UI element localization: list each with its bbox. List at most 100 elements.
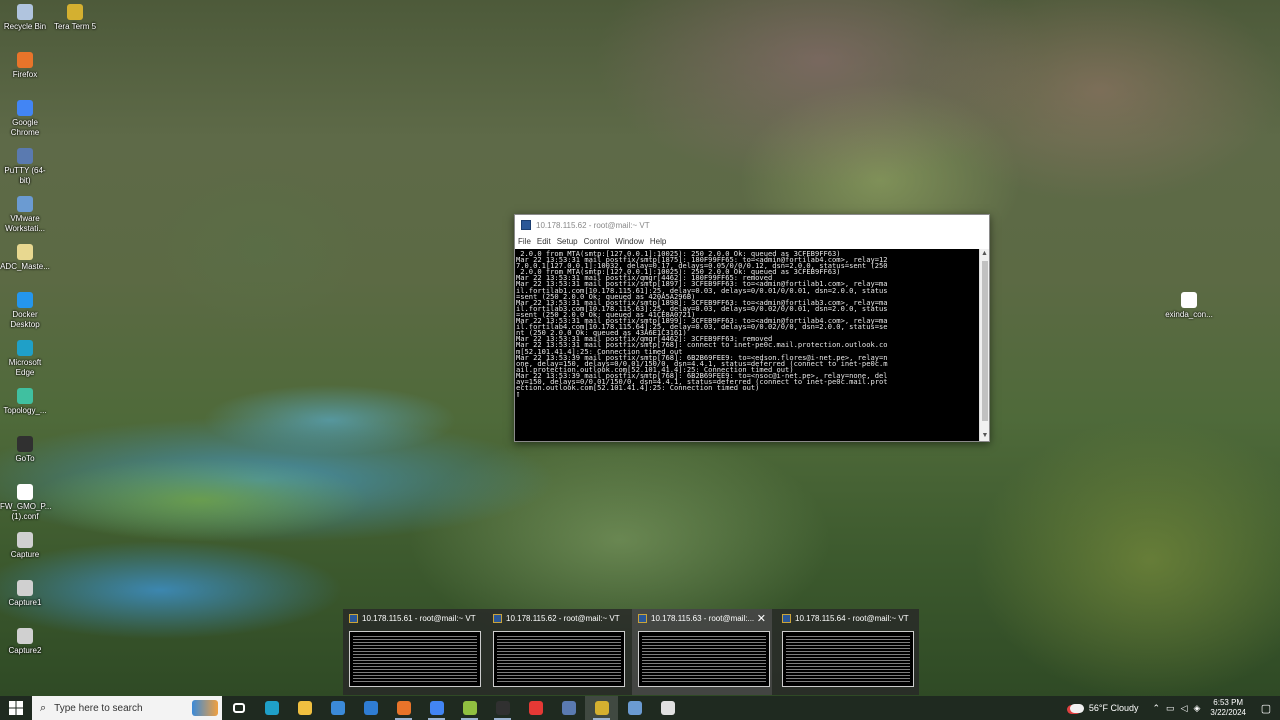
language-icon[interactable]: ◈ [1193,703,1200,714]
tray-icons: ⌃ ▭ ◁ ◈ [1153,703,1201,714]
desktop-icon[interactable]: Firefox [0,52,50,80]
edge-icon [17,340,33,356]
desktop-icon-label: Capture [10,550,40,559]
teraterm-icon [349,614,358,623]
clock[interactable]: 6:53 PM 3/22/2024 [1210,698,1246,718]
taskbar-app-button[interactable] [453,696,486,720]
desktop-icon-label: exinda_con... [1165,310,1213,319]
edge-icon [264,701,279,715]
desktop-icon[interactable]: Tera Term 5 [50,4,100,32]
desktop-icon[interactable]: GoTo [0,436,50,464]
desktop-icon[interactable]: VMware Workstati... [0,196,50,234]
file-icon [1181,292,1197,308]
taskbar-app-button[interactable] [321,696,354,720]
desktop-icon[interactable]: exinda_con... [1164,292,1214,320]
volume-icon[interactable]: ◁ [1181,703,1188,714]
network-icon[interactable]: ▭ [1166,703,1175,714]
windows-logo-icon [9,701,23,715]
vmware-icon [17,196,33,212]
desktop-icon[interactable]: Google Chrome [0,100,50,138]
search-icon: ⌕ [40,701,47,714]
desktop-icon[interactable]: FW_GMO_P... (1).conf [0,484,52,522]
taskbar-app-button[interactable] [387,696,420,720]
desktop-icon-label: Recycle Bin [3,22,47,31]
taskbar-app-button[interactable] [552,696,585,720]
taskbar-app-button[interactable] [585,696,618,720]
menu-edit[interactable]: Edit [537,237,551,246]
close-icon[interactable]: ✕ [757,612,766,625]
start-button[interactable] [0,696,32,720]
taskbar-app-button[interactable] [420,696,453,720]
mail-icon [363,701,378,715]
terminal-output[interactable]: 2.0.0 from MTA(smtp:[127.0.0.1]:10025): … [515,249,981,441]
desktop-icon-label: Capture1 [8,598,42,607]
scroll-down-arrow-icon[interactable]: ▼ [980,431,990,441]
taskbar-app-button[interactable] [486,696,519,720]
task-view-icon [232,703,245,713]
search-highlight-icon [192,700,218,716]
taskbar-thumbnail-preview: 10.178.115.61 - root@mail:~ VT 10.178.11… [343,609,919,695]
desktop-icon[interactable]: Microsoft Edge [0,340,50,378]
notepadpp-icon [462,701,477,715]
window-thumbnail-61[interactable]: 10.178.115.61 - root@mail:~ VT [343,609,483,695]
firefox-icon [17,52,33,68]
vertical-scrollbar[interactable]: ▲ ▼ [979,249,989,441]
desktop-icon[interactable]: Recycle Bin [0,4,50,32]
chrome-icon [17,100,33,116]
pinned-apps [222,696,684,720]
chevron-up-icon[interactable]: ⌃ [1153,703,1161,714]
thumbnail-preview-image [349,631,481,687]
scrollbar-thumb[interactable] [982,261,988,421]
weather-widget[interactable]: 56°F Cloudy [1069,703,1139,713]
clock-time: 6:53 PM [1213,698,1244,707]
scroll-up-arrow-icon[interactable]: ▲ [980,249,989,259]
desktop-icon[interactable]: Docker Desktop [0,292,50,330]
window-thumbnail-62[interactable]: 10.178.115.62 - root@mail:~ VT [487,609,627,695]
menu-window[interactable]: Window [615,237,643,246]
teraterm-window[interactable]: 10.178.115.62 - root@mail:~ VT File Edit… [514,214,990,442]
desktop-icon[interactable]: Topology_... [0,388,50,416]
menu-setup[interactable]: Setup [557,237,578,246]
terminal-icon [495,701,510,715]
desktop-icon[interactable]: PuTTY (64-bit) [0,148,50,186]
taskbar-app-button[interactable] [354,696,387,720]
menu-file[interactable]: File [518,237,531,246]
desktop-icon-label: Capture2 [8,646,42,655]
thumbnail-preview-image [493,631,625,687]
menu-control[interactable]: Control [584,237,610,246]
recycle-bin-icon [17,4,33,20]
window-title: 10.178.115.62 - root@mail:~ VT [536,220,650,230]
desktop-icon[interactable]: Capture [0,532,50,560]
system-tray: 56°F Cloudy ⌃ ▭ ◁ ◈ 6:53 PM 3/22/2024 ▢ [1069,696,1280,720]
clock-date: 3/22/2024 [1210,708,1246,717]
search-box[interactable]: ⌕ Type here to search [32,696,222,720]
taskbar-app-button[interactable] [618,696,651,720]
anydesk-icon [528,701,543,715]
desktop-icon-label: Tera Term 5 [53,22,97,31]
window-titlebar[interactable]: 10.178.115.62 - root@mail:~ VT [515,215,989,235]
desktop-icon-label: VMware Workstati... [5,214,45,233]
window-thumbnail-63[interactable]: 10.178.115.63 - root@mail:... ✕ [632,609,772,695]
taskbar-app-button[interactable] [651,696,684,720]
taskbar-app-button[interactable] [255,696,288,720]
chrome-icon [429,701,444,715]
desktop-icon-label: PuTTY (64-bit) [4,166,46,185]
taskbar-app-button[interactable] [222,696,255,720]
taskbar-app-button[interactable] [519,696,552,720]
taskbar-app-button[interactable] [288,696,321,720]
desktop-icon[interactable]: ADC_Maste... [0,244,50,272]
teraterm-icon [67,4,83,20]
menu-help[interactable]: Help [650,237,666,246]
desktop-icon-label: ADC_Maste... [0,262,50,271]
desktop-icon[interactable]: Capture1 [0,580,50,608]
desktop-icon-label: FW_GMO_P... (1).conf [0,502,52,521]
window-thumbnail-64[interactable]: 10.178.115.64 - root@mail:~ VT [776,609,916,695]
snipping-tool-icon [660,701,675,715]
image-file-icon [17,628,33,644]
remote-desktop-icon [627,701,642,715]
thumbnail-title: 10.178.115.64 - root@mail:~ VT [795,614,909,623]
notification-icon[interactable]: ▢ [1256,702,1276,715]
desktop-icon-label: Topology_... [3,406,47,415]
teraterm-icon [493,614,502,623]
desktop-icon[interactable]: Capture2 [0,628,50,656]
